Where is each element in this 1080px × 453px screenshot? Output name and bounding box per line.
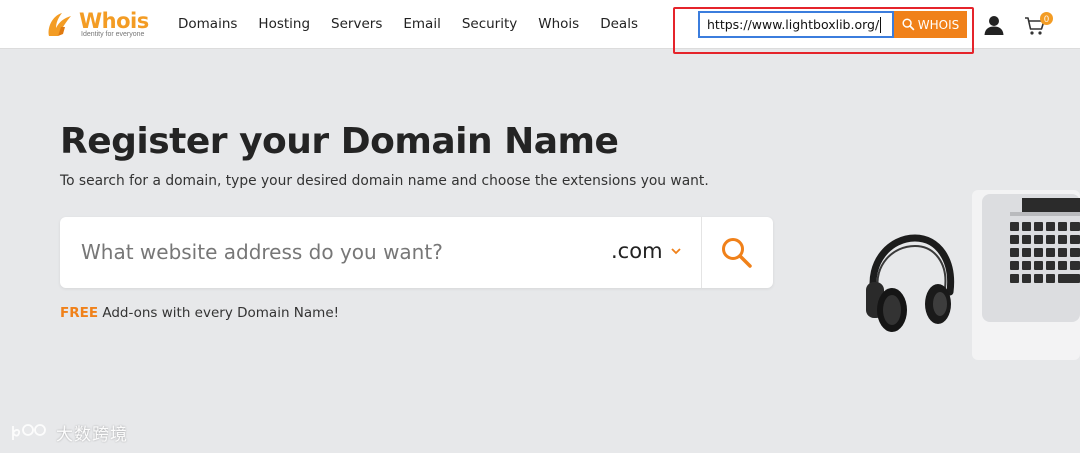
search-icon[interactable] xyxy=(719,235,755,271)
search-divider xyxy=(701,217,702,288)
user-icon[interactable] xyxy=(983,15,1005,35)
nav-item-email[interactable]: Email xyxy=(403,16,440,32)
nav-item-security[interactable]: Security xyxy=(462,16,517,32)
page-title: Register your Domain Name xyxy=(60,121,619,162)
nav-item-whois[interactable]: Whois xyxy=(538,16,579,32)
logo-wordmark: Whois xyxy=(79,9,149,33)
watermark-logo-icon xyxy=(12,423,46,440)
whois-logo[interactable]: Whois Identity for everyone xyxy=(44,9,156,41)
domain-search-input[interactable] xyxy=(81,240,591,264)
nav-item-deals[interactable]: Deals xyxy=(600,16,638,32)
logo-mark-icon xyxy=(48,13,71,36)
domain-search-box: .com xyxy=(60,217,773,288)
watermark: 大数跨境 xyxy=(10,420,128,445)
annotation-highlight-box xyxy=(673,7,974,54)
addons-note: FREE Add-ons with every Domain Name! xyxy=(60,305,339,321)
addons-text: Add-ons with every Domain Name! xyxy=(98,305,340,321)
logo-tagline: Identity for everyone xyxy=(81,31,145,38)
cart-count-badge: 0 xyxy=(1040,12,1053,25)
watermark-text: 大数跨境 xyxy=(56,425,128,445)
nav-item-domains[interactable]: Domains xyxy=(178,16,237,32)
main-nav: Domains Hosting Servers Email Security W… xyxy=(178,16,659,32)
chevron-down-icon xyxy=(670,247,681,254)
extension-select[interactable]: .com xyxy=(611,239,681,263)
nav-item-hosting[interactable]: Hosting xyxy=(258,16,310,32)
extension-value: .com xyxy=(611,239,663,263)
laptop-image xyxy=(972,190,1080,360)
nav-item-servers[interactable]: Servers xyxy=(331,16,382,32)
page-subtitle: To search for a domain, type your desire… xyxy=(60,173,709,189)
addons-free-label: FREE xyxy=(60,305,99,321)
headphones-image xyxy=(866,234,955,332)
